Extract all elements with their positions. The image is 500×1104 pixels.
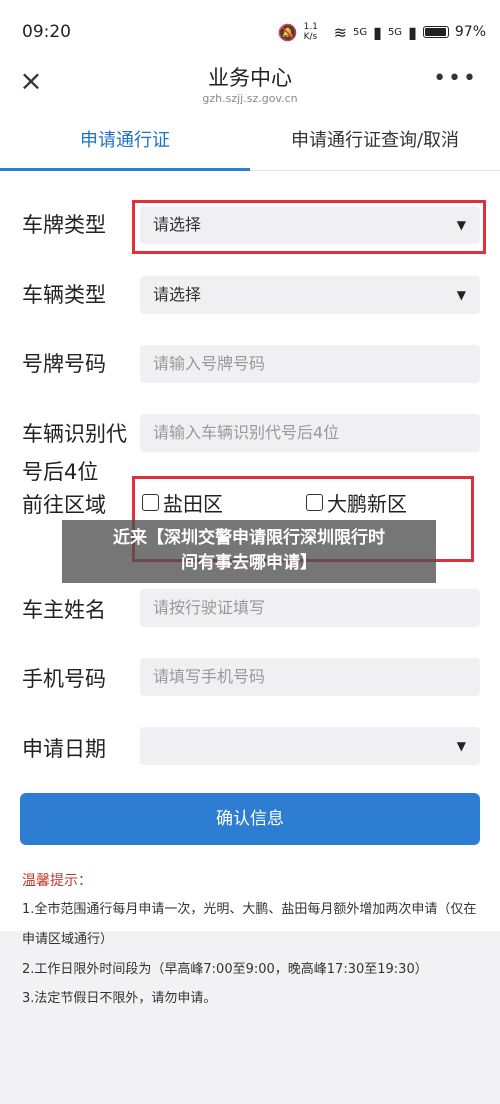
tab-bar: 申请通行证 申请通行证查询/取消 <box>0 114 500 171</box>
plate-type-label: 车牌类型 <box>22 213 106 237</box>
vehicle-type-value: 请选择 <box>153 285 202 304</box>
date-select[interactable]: ▼ <box>140 727 480 765</box>
tip-item: 2.工作日限外时间段为（早高峰7:00至9:00，晚高峰17:30至19:30） <box>22 962 428 977</box>
tab-apply-permit[interactable]: 申请通行证 <box>0 114 250 171</box>
tip-item: 3.法定节假日不限外，请勿申请。 <box>22 991 217 1006</box>
page-title: 业务中心 <box>208 66 292 90</box>
highlight-box <box>132 200 486 254</box>
page-url: gzh.szjj.sz.gov.cn <box>202 92 298 105</box>
plate-number-label: 号牌号码 <box>22 352 106 376</box>
signal-bars-icon-2: ▮ <box>408 22 417 42</box>
battery-icon <box>422 26 449 38</box>
battery-level: 97% <box>454 24 486 40</box>
app-bar: × 业务中心 gzh.szjj.sz.gov.cn ••• <box>0 58 500 114</box>
phone-input[interactable]: 请填写手机号码 <box>140 658 480 696</box>
status-indicators: 🔕 1.1 K/s ≋ 5G ▮ 5G ▮ 97% <box>278 22 486 42</box>
owner-name-input[interactable]: 请按行驶证填写 <box>140 589 480 627</box>
mute-icon: 🔕 <box>277 22 298 42</box>
overlay-caption: 近来【深圳交警申请限行深圳限行时 间有事去哪申请】 <box>62 520 436 583</box>
vehicle-type-select[interactable]: 请选择 ▼ <box>140 276 480 314</box>
vin-input[interactable]: 请输入车辆识别代号后4位 <box>140 414 480 452</box>
owner-name-label: 车主姓名 <box>22 598 106 622</box>
overlay-caption-line1: 近来【深圳交警申请限行深圳限行时 <box>113 528 385 548</box>
date-label: 申请日期 <box>22 737 106 761</box>
tab-query-cancel[interactable]: 申请通行证查询/取消 <box>250 114 500 170</box>
status-time: 09:20 <box>22 22 71 42</box>
vin-label-line2: 号后4位 <box>22 460 99 484</box>
wifi-icon: ≋ <box>333 22 347 42</box>
chevron-down-icon: ▼ <box>456 739 466 753</box>
phone-label: 手机号码 <box>22 667 106 691</box>
more-menu-icon[interactable]: ••• <box>433 66 478 91</box>
tips-title: 温馨提示： <box>22 873 92 889</box>
signal-1-label: 5G <box>353 26 368 38</box>
area-label: 前往区域 <box>22 493 106 517</box>
confirm-button[interactable]: 确认信息 <box>20 793 480 845</box>
overlay-caption-line2: 间有事去哪申请】 <box>181 553 317 573</box>
signal-2-label: 5G <box>387 26 403 38</box>
chevron-down-icon: ▼ <box>456 288 466 302</box>
tip-item: 1.全市范围通行每月申请一次，光明、大鹏、盐田每月额外增加两次申请（仅在申请区域… <box>22 902 477 947</box>
status-bar: 09:20 🔕 1.1 K/s ≋ 5G ▮ 5G ▮ 97% <box>0 0 500 58</box>
bottom-spacer <box>0 1034 500 1104</box>
network-speed: 1.1 K/s <box>303 22 318 42</box>
vin-label-line1: 车辆识别代 <box>22 422 127 446</box>
signal-bars-icon: ▮ <box>373 22 382 42</box>
vehicle-type-label: 车辆类型 <box>22 283 106 307</box>
plate-number-input[interactable]: 请输入号牌号码 <box>140 345 480 383</box>
